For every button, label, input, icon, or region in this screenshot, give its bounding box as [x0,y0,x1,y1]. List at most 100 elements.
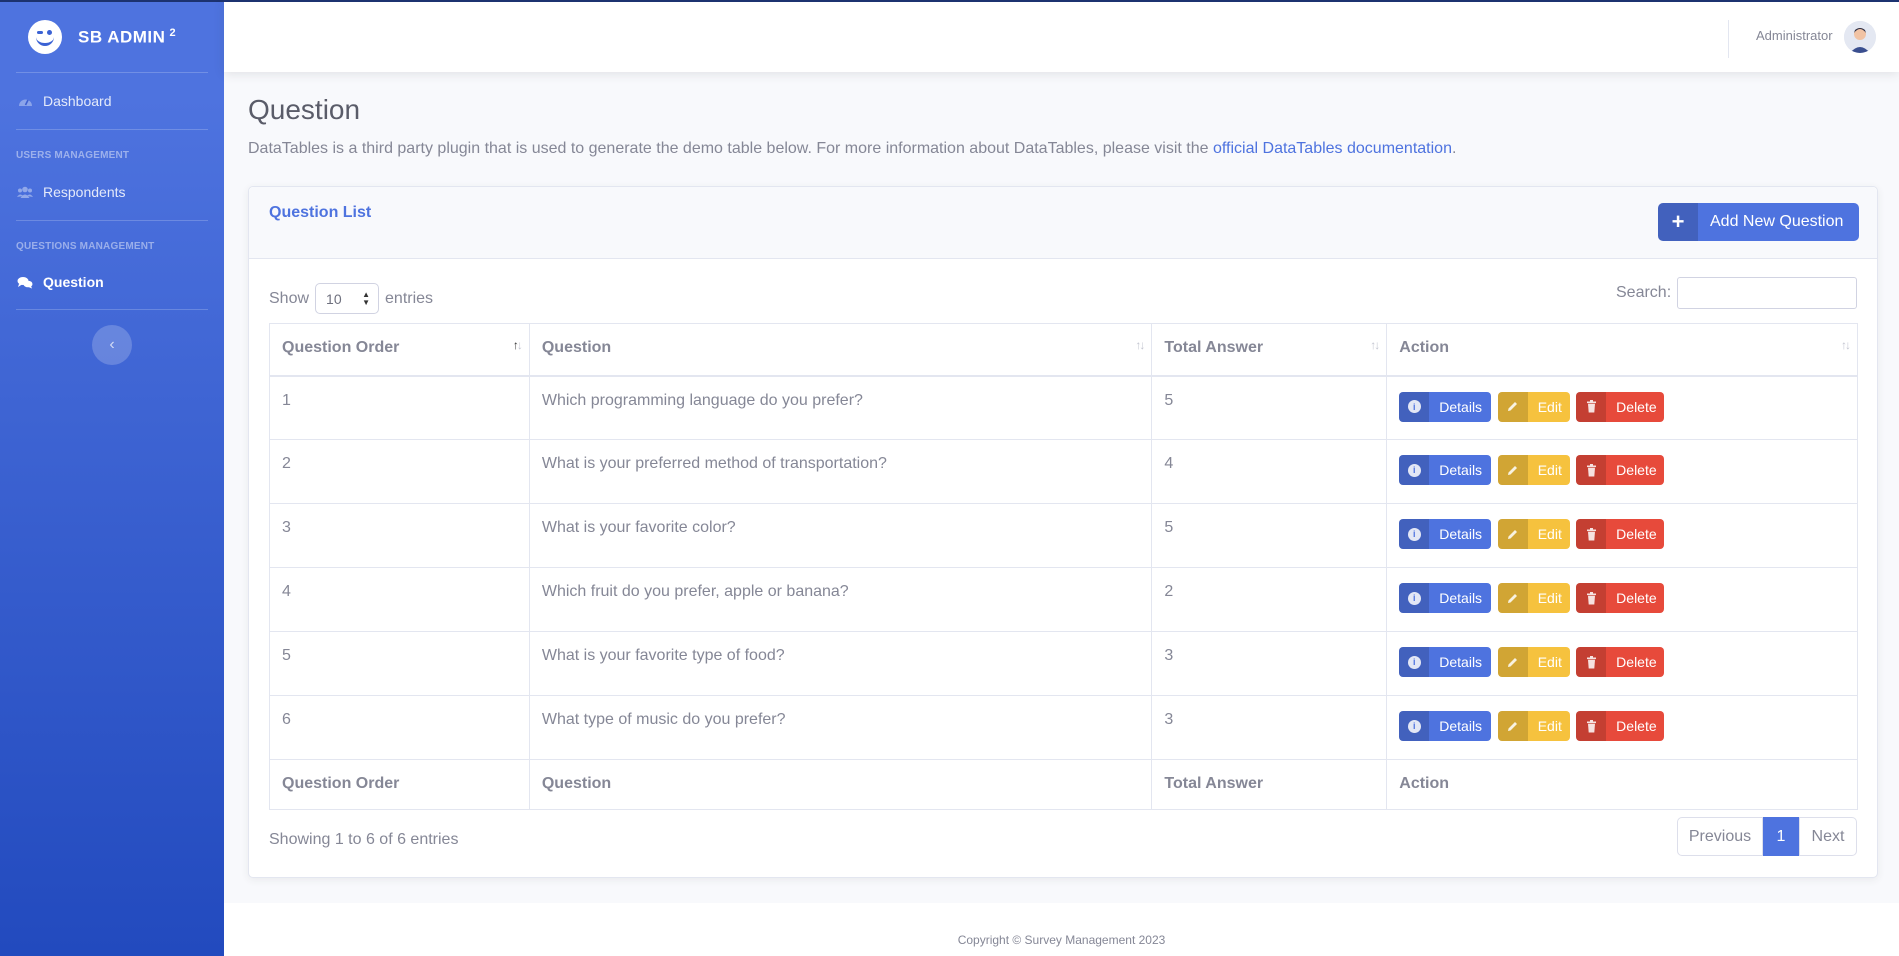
card-title: Question List [269,204,372,221]
details-label: Details [1439,590,1483,606]
details-button[interactable]: i Details [1399,583,1492,613]
info-circle-icon: i [1399,455,1430,485]
header-action[interactable]: Action ↑↓ [1386,323,1858,377]
details-button[interactable]: i Details [1399,711,1492,741]
user-name[interactable]: Administrator [1756,28,1833,43]
pagination-previous[interactable]: Previous [1677,817,1763,856]
datatables-docs-link[interactable]: official DataTables documentation [1213,140,1452,157]
sidebar-item-label: Dashboard [43,93,112,109]
question-list-card: Question List + Add New Question Show 10… [248,186,1878,878]
pagination-page-1[interactable]: 1 [1763,817,1799,856]
entries-select[interactable]: 10 ▲ ▼ [315,283,380,314]
delete-label: Delete [1616,462,1657,478]
delete-button[interactable]: Delete [1576,519,1665,549]
edit-button[interactable]: Edit [1497,519,1570,549]
comments-icon [17,275,33,289]
cell-question: What type of music do you prefer? [528,695,1153,760]
delete-label: Delete [1616,398,1657,415]
entries-select-value: 10 [326,290,342,307]
pencil-icon [1497,711,1528,741]
edit-label: Edit [1537,654,1562,670]
sidebar-item-label: Question [43,274,104,290]
page-title: Question [248,94,361,125]
delete-label: Delete [1616,590,1657,606]
edit-button[interactable]: Edit [1497,455,1570,485]
chevron-left-icon: ‹ [109,336,115,353]
sidebar-toggle-button[interactable]: ‹ [92,325,132,365]
cell-total-answer: 3 [1151,695,1388,760]
pencil-icon [1497,391,1528,422]
footer-total-answer: Total Answer [1151,759,1388,810]
users-icon [17,185,33,199]
trash-icon [1576,647,1607,677]
delete-button[interactable]: Delete [1576,711,1665,741]
details-label: Details [1439,398,1483,415]
search-input[interactable] [1677,277,1858,309]
sidebar-item-respondents[interactable]: Respondents [0,164,224,220]
delete-button[interactable]: Delete [1576,391,1665,422]
details-button[interactable]: i Details [1399,391,1492,422]
add-new-question-button[interactable]: + Add New Question [1658,203,1859,241]
delete-label: Delete [1616,718,1657,734]
sidebar-heading-users: USERS MANAGEMENT [16,150,130,161]
cell-question-order: 6 [269,695,530,760]
header-question-order[interactable]: Question Order ↑↓ [269,323,530,377]
cell-actions: i Details Edit Delete [1386,439,1858,504]
details-button[interactable]: i Details [1399,455,1492,485]
edit-button[interactable]: Edit [1497,647,1570,677]
table-info: Showing 1 to 6 of 6 entries [269,831,459,848]
pencil-icon [1497,647,1528,677]
tachometer-icon [17,94,33,108]
footer-question-order: Question Order [269,759,530,810]
brand-name: SB ADMIN 2 [78,26,177,47]
table-row: 6 What type of music do you prefer? 3 i Deta… [269,695,1858,760]
edit-button[interactable]: Edit [1497,711,1570,741]
header-question[interactable]: Question ↑↓ [528,323,1153,377]
cell-question-order: 4 [269,567,530,632]
pencil-icon [1497,519,1528,549]
details-label: Details [1439,718,1483,734]
brand[interactable]: SB ADMIN 2 [0,2,224,72]
cell-total-answer: 2 [1151,567,1388,632]
info-circle-icon: i [1399,583,1430,613]
delete-label: Delete [1616,654,1657,670]
pagination: Previous 1 Next [1677,817,1857,856]
table-header-row: Question Order ↑↓ Question ↑↓ Total Answer… [269,323,1858,377]
pencil-icon [1497,583,1528,613]
sidebar-item-question[interactable]: Question [0,255,224,309]
delete-button[interactable]: Delete [1576,455,1665,485]
cell-question-order: 2 [269,439,530,504]
sidebar-item-dashboard[interactable]: Dashboard [0,73,224,129]
details-button[interactable]: i Details [1399,519,1492,549]
cell-actions: i Details Edit Delete [1386,567,1858,632]
sidebar-heading-questions: QUESTIONS MANAGEMENT [16,241,155,252]
select-arrows-icon: ▲ ▼ [362,290,371,307]
cell-question: Which fruit do you prefer, apple or bana… [528,567,1153,632]
info-circle-icon: i [1399,647,1430,677]
details-button[interactable]: i Details [1399,647,1492,677]
sort-icon: ↑↓ [1841,338,1851,352]
sort-icon: ↑↓ [512,338,523,352]
edit-button[interactable]: Edit [1497,583,1570,613]
cell-question: What is your preferred method of transpo… [528,439,1153,504]
page-description: DataTables is a third party plugin that … [248,140,1457,157]
pagination-next[interactable]: Next [1799,817,1857,856]
trash-icon [1576,583,1607,613]
avatar[interactable] [1844,21,1876,53]
cell-question-order: 5 [269,631,530,696]
sort-icon: ↑↓ [1370,338,1380,352]
pencil-icon [1497,455,1528,485]
delete-button[interactable]: Delete [1576,583,1665,613]
details-label: Details [1439,526,1483,542]
table-row: 4 Which fruit do you prefer, apple or ban… [269,567,1858,632]
card-header: Question List + Add New Question [249,187,1877,259]
show-label: Show [269,289,310,307]
sort-icon: ↑↓ [1135,338,1145,352]
header-total-answer[interactable]: Total Answer ↑↓ [1151,323,1388,377]
footer: Copyright © Survey Management 2023 [224,903,1899,956]
edit-button[interactable]: Edit [1497,391,1570,422]
copyright-text: Copyright © Survey Management 2023 [957,933,1166,947]
delete-button[interactable]: Delete [1576,647,1665,677]
edit-label: Edit [1537,590,1562,606]
cell-total-answer: 3 [1151,631,1388,696]
